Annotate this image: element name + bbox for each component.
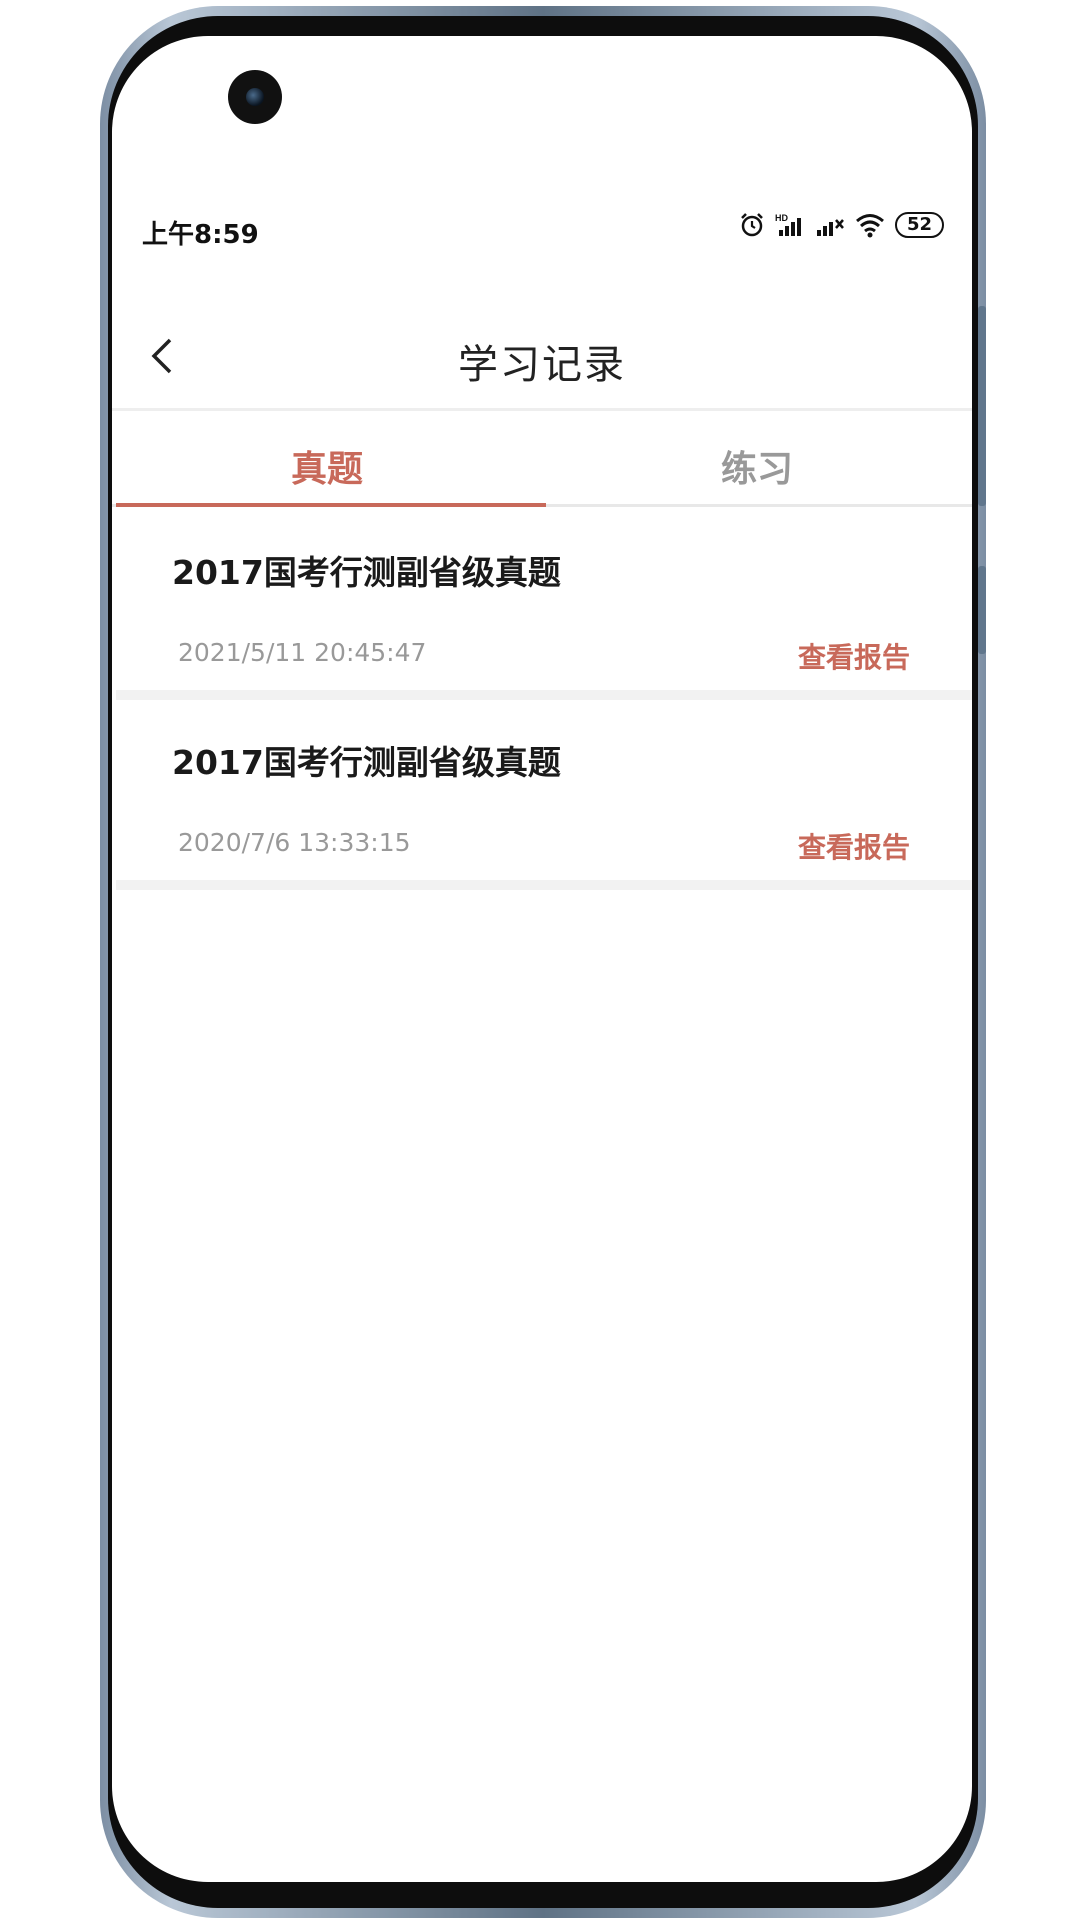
- tab-practice[interactable]: 练习: [542, 440, 972, 492]
- volume-button: [978, 306, 986, 506]
- record-title: 2017国考行测副省级真题: [172, 553, 561, 592]
- app-screen: 上午8:59 HD 52 学习记录 真题 练习 2017国考行测副省级真题 20…: [112, 36, 972, 1882]
- battery-indicator: 52: [894, 212, 944, 238]
- alarm-icon: [741, 213, 763, 237]
- wifi-icon: [855, 214, 884, 238]
- list-item[interactable]: 2017国考行测副省级真题 2020/7/6 13:33:15 查看报告: [116, 700, 972, 890]
- signal-icon: [816, 219, 844, 236]
- list-item[interactable]: 2017国考行测副省级真题 2021/5/11 20:45:47 查看报告: [116, 510, 972, 700]
- record-time: 2020/7/6 13:33:15: [178, 828, 411, 857]
- header-divider: [112, 408, 972, 411]
- front-camera: [228, 70, 282, 124]
- page-title: 学习记录: [458, 342, 626, 388]
- status-time: 上午8:59: [142, 220, 259, 250]
- view-report-button[interactable]: 查看报告: [798, 636, 910, 676]
- view-report-button[interactable]: 查看报告: [798, 826, 910, 866]
- hd-signal-icon: HD: [775, 213, 801, 236]
- active-tab-indicator: [116, 503, 546, 507]
- status-icons: HD 52: [739, 212, 944, 238]
- record-title: 2017国考行测副省级真题: [172, 743, 561, 782]
- power-button: [978, 566, 986, 654]
- svg-text:HD: HD: [775, 213, 788, 223]
- tab-real-exam[interactable]: 真题: [112, 440, 542, 492]
- record-time: 2021/5/11 20:45:47: [178, 638, 427, 667]
